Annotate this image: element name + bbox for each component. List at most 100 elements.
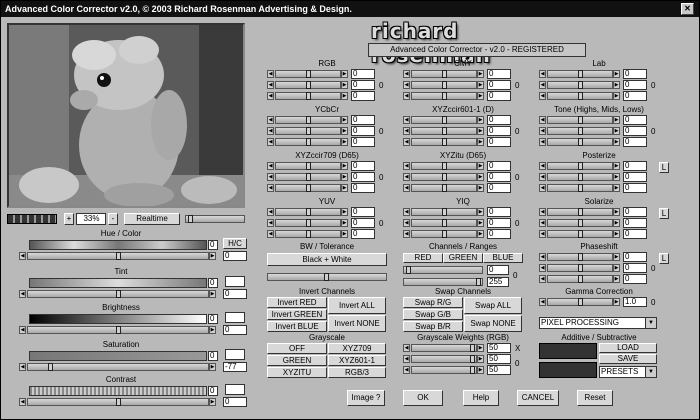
control-value[interactable]: 0 [208, 240, 218, 250]
left-arrow-icon[interactable]: ◀ [267, 230, 274, 238]
range-high-value[interactable]: 255 [487, 277, 509, 287]
gamma-value[interactable]: 1.0 [623, 297, 647, 307]
invert-red-button[interactable]: Invert RED [267, 297, 327, 308]
channel-value[interactable]: 0 [351, 69, 375, 79]
slider-thumb[interactable] [116, 398, 121, 406]
left-arrow-icon[interactable]: ◀ [539, 127, 546, 135]
slider-thumb[interactable] [442, 92, 447, 100]
grayscale-off-button[interactable]: OFF [267, 343, 327, 354]
slider-thumb[interactable] [578, 162, 583, 170]
right-arrow-icon[interactable]: ▶ [477, 92, 484, 100]
slider-thumb[interactable] [442, 116, 447, 124]
control-slider[interactable] [27, 290, 209, 298]
swap-br-button[interactable]: Swap B/R [403, 321, 463, 332]
right-arrow-icon[interactable]: ▶ [613, 81, 620, 89]
channel-red-button[interactable]: RED [403, 253, 443, 263]
slider-thumb[interactable] [306, 127, 311, 135]
slider-thumb[interactable] [578, 219, 583, 227]
image-preview[interactable] [7, 23, 245, 208]
channel-value[interactable]: 0 [623, 274, 647, 284]
right-arrow-icon[interactable]: ▶ [477, 70, 484, 78]
slider-thumb[interactable] [442, 219, 447, 227]
channel-value[interactable]: 0 [487, 218, 511, 228]
channel-value[interactable]: 0 [487, 91, 511, 101]
channel-slider[interactable] [411, 127, 477, 135]
channel-value[interactable]: 0 [487, 137, 511, 147]
control-value[interactable]: 0 [208, 386, 218, 396]
channel-value[interactable]: 0 [351, 137, 375, 147]
left-arrow-icon[interactable]: ◀ [267, 173, 274, 181]
right-arrow-icon[interactable]: ▶ [477, 344, 484, 352]
channel-slider[interactable] [547, 253, 613, 261]
left-arrow-icon[interactable]: ◀ [267, 208, 274, 216]
control-value-2[interactable]: -77 [223, 362, 247, 372]
left-arrow-icon[interactable]: ◀ [403, 162, 410, 170]
channel-value[interactable]: 0 [623, 183, 647, 193]
channel-value[interactable]: 0 [623, 207, 647, 217]
grayscale-green-button[interactable]: GREEN [267, 355, 327, 366]
left-arrow-icon[interactable]: ◀ [267, 70, 274, 78]
slider-thumb[interactable] [442, 184, 447, 192]
channel-value[interactable]: 0 [623, 69, 647, 79]
slider-thumb[interactable] [578, 81, 583, 89]
left-arrow-icon[interactable]: ◀ [539, 138, 546, 146]
left-arrow-icon[interactable]: ◀ [19, 326, 26, 334]
slider-thumb[interactable] [306, 116, 311, 124]
channel-slider[interactable] [547, 173, 613, 181]
slider-thumb[interactable] [578, 184, 583, 192]
range-low-value[interactable]: 0 [487, 265, 509, 275]
channel-slider[interactable] [411, 138, 477, 146]
control-value-2[interactable]: 0 [223, 397, 247, 407]
slider-thumb[interactable] [116, 290, 121, 298]
slider-thumb[interactable] [306, 208, 311, 216]
right-arrow-icon[interactable]: ▶ [477, 173, 484, 181]
slider-thumb[interactable] [578, 275, 583, 283]
control-slider[interactable] [27, 363, 209, 371]
channel-slider[interactable] [547, 127, 613, 135]
invert-none-button[interactable]: Invert NONE [328, 315, 386, 332]
slider-thumb[interactable] [306, 70, 311, 78]
black-white-button[interactable]: Black + White [267, 253, 387, 266]
right-arrow-icon[interactable]: ▶ [477, 162, 484, 170]
left-arrow-icon[interactable]: ◀ [19, 252, 26, 260]
slider-thumb[interactable] [442, 127, 447, 135]
channel-value[interactable]: 0 [623, 161, 647, 171]
slider-thumb[interactable] [442, 162, 447, 170]
channel-value[interactable]: 0 [351, 183, 375, 193]
left-arrow-icon[interactable]: ◀ [539, 116, 546, 124]
channel-value[interactable]: 0 [487, 69, 511, 79]
left-arrow-icon[interactable]: ◀ [267, 162, 274, 170]
right-arrow-icon[interactable]: ▶ [341, 116, 348, 124]
range-high-slider[interactable] [403, 278, 483, 286]
right-arrow-icon[interactable]: ▶ [477, 138, 484, 146]
left-arrow-icon[interactable]: ◀ [403, 219, 410, 227]
right-arrow-icon[interactable]: ▶ [613, 116, 620, 124]
left-arrow-icon[interactable]: ◀ [267, 127, 274, 135]
slider-thumb[interactable] [470, 344, 475, 352]
slider-thumb[interactable] [116, 326, 121, 334]
channel-value[interactable]: 0 [487, 161, 511, 171]
channel-value[interactable]: 0 [623, 126, 647, 136]
presets-select[interactable]: PRESETS ▼ [599, 366, 657, 378]
weight-value[interactable]: 50 [487, 354, 511, 364]
slider-thumb[interactable] [306, 81, 311, 89]
left-arrow-icon[interactable]: ◀ [267, 184, 274, 192]
gamma-slider[interactable] [547, 298, 613, 306]
right-arrow-icon[interactable]: ▶ [613, 219, 620, 227]
right-arrow-icon[interactable]: ▶ [209, 252, 216, 260]
channel-slider[interactable] [275, 138, 341, 146]
grayscale-xyz601-button[interactable]: XYZ601-1 [328, 355, 386, 366]
right-arrow-icon[interactable]: ▶ [613, 264, 620, 272]
slider-thumb[interactable] [306, 219, 311, 227]
right-arrow-icon[interactable]: ▶ [613, 173, 620, 181]
channel-slider[interactable] [411, 116, 477, 124]
weight-slider[interactable] [411, 355, 477, 363]
channel-value[interactable]: 0 [351, 229, 375, 239]
grayscale-xyzitu-button[interactable]: XYZITU [267, 367, 327, 378]
invert-green-button[interactable]: Invert GREEN [267, 309, 327, 320]
curve-icon[interactable] [225, 349, 245, 360]
left-arrow-icon[interactable]: ◀ [19, 290, 26, 298]
control-slider[interactable] [27, 252, 209, 260]
left-arrow-icon[interactable]: ◀ [403, 344, 410, 352]
left-arrow-icon[interactable]: ◀ [539, 81, 546, 89]
